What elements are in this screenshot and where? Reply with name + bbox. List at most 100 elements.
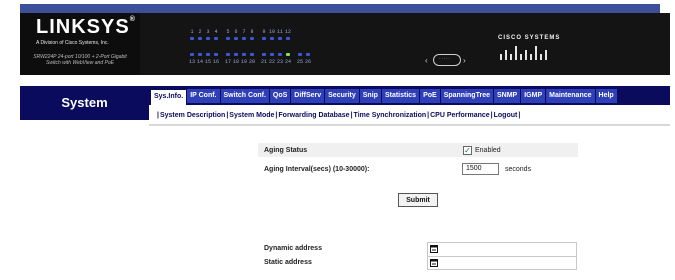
port-number: 20 bbox=[248, 59, 255, 65]
port-led-icon bbox=[204, 37, 212, 41]
header-top-strip bbox=[20, 4, 660, 13]
port-leds-bottom bbox=[188, 53, 312, 57]
dynamic-address-label: Dynamic address bbox=[264, 245, 322, 252]
console-port-icon: ‹ ∙∙∙∙∙ › bbox=[425, 54, 466, 66]
port-number: 11 bbox=[276, 29, 283, 35]
submenu-link-logout[interactable]: Logout bbox=[494, 112, 518, 119]
port-numbers-bottom: 13 14 15 16 17 18 19 20 21 22 23 24 25 26 bbox=[188, 59, 312, 65]
port-number: 21 bbox=[260, 59, 267, 65]
tab-ip-conf[interactable]: IP Conf. bbox=[187, 89, 220, 103]
port-led-icon bbox=[284, 53, 292, 57]
port-led-icon bbox=[276, 37, 284, 41]
port-number: 6 bbox=[234, 29, 238, 35]
port-number: 7 bbox=[242, 29, 246, 35]
tab-qos[interactable]: QoS bbox=[269, 89, 291, 103]
section-title: System bbox=[61, 95, 108, 110]
port-number: 24 bbox=[284, 59, 291, 65]
port-led-icon bbox=[240, 53, 248, 57]
brand-subtitle: A Division of Cisco Systems, Inc. bbox=[36, 40, 109, 46]
linksys-logo: LINKSYS® A Division of Cisco Systems, In… bbox=[20, 13, 140, 75]
port-number: 25 bbox=[296, 59, 303, 65]
submenu-link-system-mode[interactable]: System Mode bbox=[229, 112, 274, 119]
submenu-link-system-description[interactable]: System Description bbox=[160, 112, 225, 119]
port-led-icon bbox=[188, 53, 196, 57]
port-number: 9 bbox=[262, 29, 266, 35]
submenu-link-cpu-performance[interactable]: CPU Performance bbox=[430, 112, 490, 119]
port-number: 23 bbox=[276, 59, 283, 65]
port-leds-top bbox=[188, 37, 292, 41]
tab-security[interactable]: Security bbox=[325, 89, 359, 103]
port-led-icon bbox=[248, 37, 256, 41]
seconds-label: seconds bbox=[505, 166, 532, 173]
port-led-icon bbox=[196, 37, 204, 41]
port-numbers-top: 1 2 3 4 5 6 7 8 9 10 11 12 bbox=[188, 29, 292, 35]
enabled-label: Enabled bbox=[475, 147, 501, 154]
port-led-icon bbox=[304, 53, 312, 57]
aging-status-label: Aging Status bbox=[264, 147, 308, 154]
port-number: 1 bbox=[190, 29, 194, 35]
port-led-icon bbox=[268, 37, 276, 41]
port-number: 3 bbox=[206, 29, 210, 35]
address-table bbox=[427, 242, 577, 270]
port-led-icon bbox=[196, 53, 204, 57]
port-led-icon bbox=[260, 37, 268, 41]
submit-button[interactable]: Submit bbox=[398, 193, 438, 207]
submenu-link-time-synchronization[interactable]: Time Synchronization bbox=[354, 112, 427, 119]
port-led-icon bbox=[284, 37, 292, 41]
aging-status-checkbox[interactable]: ✓ bbox=[463, 146, 472, 155]
tab-poe[interactable]: PoE bbox=[420, 89, 440, 103]
static-address-label: Static address bbox=[264, 259, 312, 266]
port-led-icon bbox=[212, 37, 220, 41]
port-led-icon bbox=[296, 53, 304, 57]
port-led-icon bbox=[268, 53, 276, 57]
model-description: SRW224P 24-port 10/100 + 2-Port Gigabit … bbox=[33, 54, 127, 66]
port-number: 16 bbox=[212, 59, 219, 65]
port-led-icon bbox=[240, 37, 248, 41]
port-led-icon bbox=[224, 53, 232, 57]
submenu-links: | System Description | System Mode | Forwardi… bbox=[156, 112, 521, 119]
port-number: 5 bbox=[226, 29, 230, 35]
port-number: 14 bbox=[196, 59, 203, 65]
port-number: 26 bbox=[304, 59, 311, 65]
port-number: 15 bbox=[204, 59, 211, 65]
port-number: 22 bbox=[268, 59, 275, 65]
tab-snmp[interactable]: SNMP bbox=[493, 89, 521, 103]
submenu-link-forwarding-database[interactable]: Forwarding Database bbox=[278, 112, 349, 119]
port-led-icon bbox=[212, 53, 220, 57]
port-led-icon bbox=[224, 37, 232, 41]
port-number: 18 bbox=[232, 59, 239, 65]
brand-name: LINKSYS® bbox=[36, 16, 136, 38]
header-banner: LINKSYS® A Division of Cisco Systems, In… bbox=[20, 13, 670, 75]
port-number: 10 bbox=[268, 29, 275, 35]
port-led-icon bbox=[248, 53, 256, 57]
tab-switch-conf[interactable]: Switch Conf. bbox=[220, 89, 269, 103]
tab-maintenance[interactable]: Maintenance bbox=[546, 89, 595, 103]
cisco-systems-logo: CISCO SYSTEMS bbox=[498, 35, 578, 69]
submenu-separator: | bbox=[518, 112, 521, 119]
tab-help[interactable]: Help bbox=[595, 89, 617, 103]
cisco-bars-icon bbox=[500, 46, 547, 60]
port-led-icon bbox=[204, 53, 212, 57]
static-address-document-icon[interactable] bbox=[430, 259, 439, 267]
tab-igmp[interactable]: IGMP bbox=[521, 89, 546, 103]
aging-interval-input[interactable]: 1500 bbox=[462, 163, 499, 175]
port-led-icon bbox=[232, 37, 240, 41]
port-led-icon bbox=[232, 53, 240, 57]
port-led-icon bbox=[188, 37, 196, 41]
port-number: 13 bbox=[188, 59, 195, 65]
tab-spanningtree[interactable]: SpanningTree bbox=[440, 89, 493, 103]
tab-diffserv[interactable]: DiffServ bbox=[291, 89, 325, 103]
port-number: 2 bbox=[198, 29, 202, 35]
aging-interval-label: Aging Interval(secs) (10-30000): bbox=[264, 166, 370, 173]
port-number: 12 bbox=[284, 29, 291, 35]
port-number: 8 bbox=[250, 29, 254, 35]
section-band: System bbox=[20, 86, 149, 120]
tab-statistics[interactable]: Statistics bbox=[381, 89, 420, 103]
port-led-icon bbox=[276, 53, 284, 57]
port-number: 19 bbox=[240, 59, 247, 65]
dynamic-address-document-icon[interactable] bbox=[430, 245, 439, 253]
port-led-icon bbox=[260, 53, 268, 57]
port-number: 4 bbox=[214, 29, 218, 35]
tab-bar: Sys.Info. IP Conf. Switch Conf. QoS DiffServ… bbox=[151, 89, 618, 107]
tab-snip[interactable]: Snip bbox=[359, 89, 381, 103]
